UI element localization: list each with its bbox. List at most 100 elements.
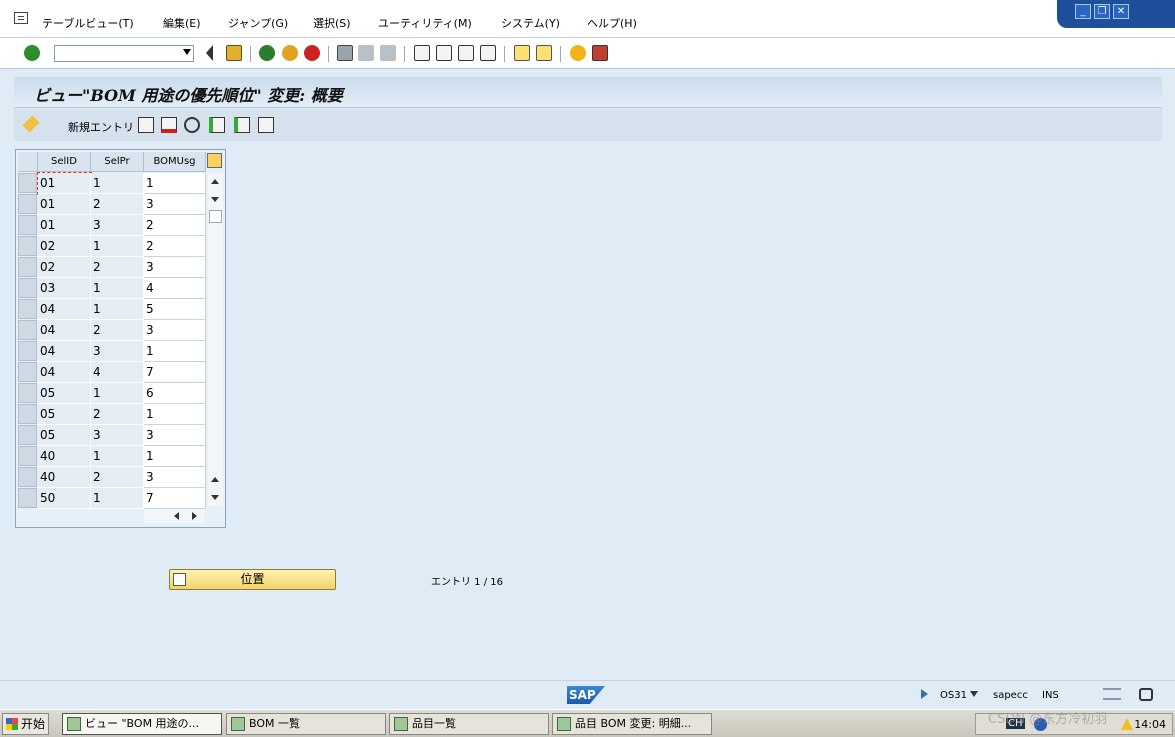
menu-select[interactable]: 選択(S) — [313, 15, 351, 31]
cell-selid[interactable]: 40 — [38, 446, 91, 467]
taskbar-item-material-list[interactable]: 品目一覧 — [389, 713, 549, 735]
cell-selid[interactable]: 04 — [38, 362, 91, 383]
taskbar-item-view[interactable]: ビュー "BOM 用途の... — [62, 713, 222, 735]
row-selector[interactable] — [18, 404, 37, 424]
scroll-left-icon[interactable] — [174, 512, 179, 520]
row-selector[interactable] — [18, 215, 37, 235]
menu-system[interactable]: システム(Y) — [501, 15, 560, 31]
taskbar-item-bom-list[interactable]: BOM 一覧 — [226, 713, 386, 735]
delete-icon[interactable] — [161, 117, 177, 133]
cell-bomusg[interactable]: 3 — [144, 320, 206, 341]
cell-bomusg[interactable]: 1 — [144, 404, 206, 425]
cell-selpr[interactable]: 2 — [91, 257, 144, 278]
menu-edit[interactable]: 編集(E) — [163, 15, 201, 31]
cell-selid[interactable]: 03 — [38, 278, 91, 299]
cell-selid[interactable]: 05 — [38, 383, 91, 404]
layout-icon[interactable] — [592, 45, 608, 61]
cell-bomusg[interactable]: 3 — [144, 467, 206, 488]
back-icon[interactable] — [259, 45, 275, 61]
row-selector[interactable] — [18, 236, 37, 256]
print-icon[interactable] — [337, 45, 353, 61]
cell-selpr[interactable]: 1 — [91, 446, 144, 467]
vertical-scrollbar[interactable] — [208, 173, 223, 506]
row-selector[interactable] — [18, 194, 37, 214]
cell-selid[interactable]: 50 — [38, 488, 91, 509]
scroll-page-down-icon[interactable] — [211, 495, 219, 500]
cell-selpr[interactable]: 3 — [91, 425, 144, 446]
next-page-icon[interactable] — [458, 45, 474, 61]
cell-selpr[interactable]: 4 — [91, 362, 144, 383]
cell-bomusg[interactable]: 1 — [144, 341, 206, 362]
cell-selid[interactable]: 04 — [38, 320, 91, 341]
help-icon[interactable] — [570, 45, 586, 61]
column-header-bomusg[interactable]: BOMUsg — [144, 152, 206, 172]
collapse-icon[interactable] — [204, 45, 213, 61]
menu-help[interactable]: ヘルプ(H) — [587, 15, 637, 31]
cell-bomusg[interactable]: 6 — [144, 383, 206, 404]
column-header-selpr[interactable]: SelPr — [91, 152, 144, 172]
previous-page-icon[interactable] — [436, 45, 452, 61]
menu-jump[interactable]: ジャンプ(G) — [228, 15, 288, 31]
select-all-icon[interactable] — [209, 117, 225, 133]
scroll-right-icon[interactable] — [192, 512, 197, 520]
cell-selid[interactable]: 01 — [37, 172, 92, 195]
taskbar-item-bom-change[interactable]: 品目 BOM 変更: 明細... — [552, 713, 712, 735]
cell-selid[interactable]: 04 — [38, 299, 91, 320]
cell-selpr[interactable]: 1 — [91, 299, 144, 320]
cell-bomusg[interactable]: 2 — [144, 215, 206, 236]
cell-selid[interactable]: 02 — [38, 257, 91, 278]
deselect-all-icon[interactable] — [258, 117, 274, 133]
system-menu-icon[interactable] — [14, 12, 28, 24]
minimize-icon[interactable]: _ — [1075, 4, 1091, 19]
select-all-header[interactable] — [18, 152, 38, 172]
cell-selid[interactable]: 04 — [38, 341, 91, 362]
pencil-icon[interactable] — [22, 115, 40, 133]
new-session-icon[interactable] — [514, 45, 530, 61]
cell-selpr[interactable]: 1 — [91, 488, 144, 509]
cell-bomusg[interactable]: 7 — [144, 362, 206, 383]
cell-selpr[interactable]: 1 — [91, 278, 144, 299]
cell-selpr[interactable]: 3 — [91, 215, 144, 236]
last-page-icon[interactable] — [480, 45, 496, 61]
first-page-icon[interactable] — [414, 45, 430, 61]
status-dropdown-icon[interactable] — [970, 691, 978, 697]
row-selector[interactable] — [18, 257, 37, 277]
row-selector[interactable] — [18, 362, 37, 382]
exit-icon[interactable] — [282, 45, 298, 61]
row-selector[interactable] — [18, 488, 37, 508]
start-button[interactable]: 开始 — [2, 713, 49, 735]
row-selector[interactable] — [18, 446, 37, 466]
command-field[interactable] — [54, 45, 194, 62]
column-header-selid[interactable]: SelID — [38, 152, 91, 172]
save-icon[interactable] — [226, 45, 242, 61]
scroll-thumb[interactable] — [209, 210, 222, 223]
cell-selid[interactable]: 01 — [38, 215, 91, 236]
position-button[interactable]: 位置 — [169, 569, 336, 590]
horizontal-scrollbar[interactable] — [144, 509, 204, 523]
cell-bomusg[interactable]: 3 — [144, 194, 206, 215]
cell-bomusg[interactable]: 1 — [144, 173, 206, 194]
row-selector[interactable] — [18, 173, 37, 193]
cell-bomusg[interactable]: 5 — [144, 299, 206, 320]
menu-utilities[interactable]: ユーティリティ(M) — [378, 15, 472, 31]
chevron-down-icon[interactable] — [183, 49, 191, 55]
cell-selpr[interactable]: 2 — [91, 467, 144, 488]
cell-selpr[interactable]: 2 — [91, 320, 144, 341]
status-expand-icon[interactable] — [921, 689, 928, 699]
table-settings-icon[interactable] — [207, 153, 222, 168]
row-selector[interactable] — [18, 425, 37, 445]
cell-bomusg[interactable]: 3 — [144, 257, 206, 278]
lock-icon[interactable] — [1139, 688, 1153, 701]
restore-icon[interactable]: ❐ — [1094, 4, 1110, 19]
copy-icon[interactable] — [138, 117, 154, 133]
warning-icon[interactable] — [1121, 718, 1133, 730]
cell-bomusg[interactable]: 1 — [144, 446, 206, 467]
enter-icon[interactable] — [24, 45, 40, 61]
cell-selid[interactable]: 01 — [38, 194, 91, 215]
new-entry-button[interactable]: 新規エントリ — [68, 119, 134, 135]
cell-bomusg[interactable]: 4 — [144, 278, 206, 299]
row-selector[interactable] — [18, 320, 37, 340]
close-icon[interactable]: ✕ — [1113, 4, 1129, 19]
cell-selpr[interactable]: 2 — [91, 194, 144, 215]
row-selector[interactable] — [18, 341, 37, 361]
